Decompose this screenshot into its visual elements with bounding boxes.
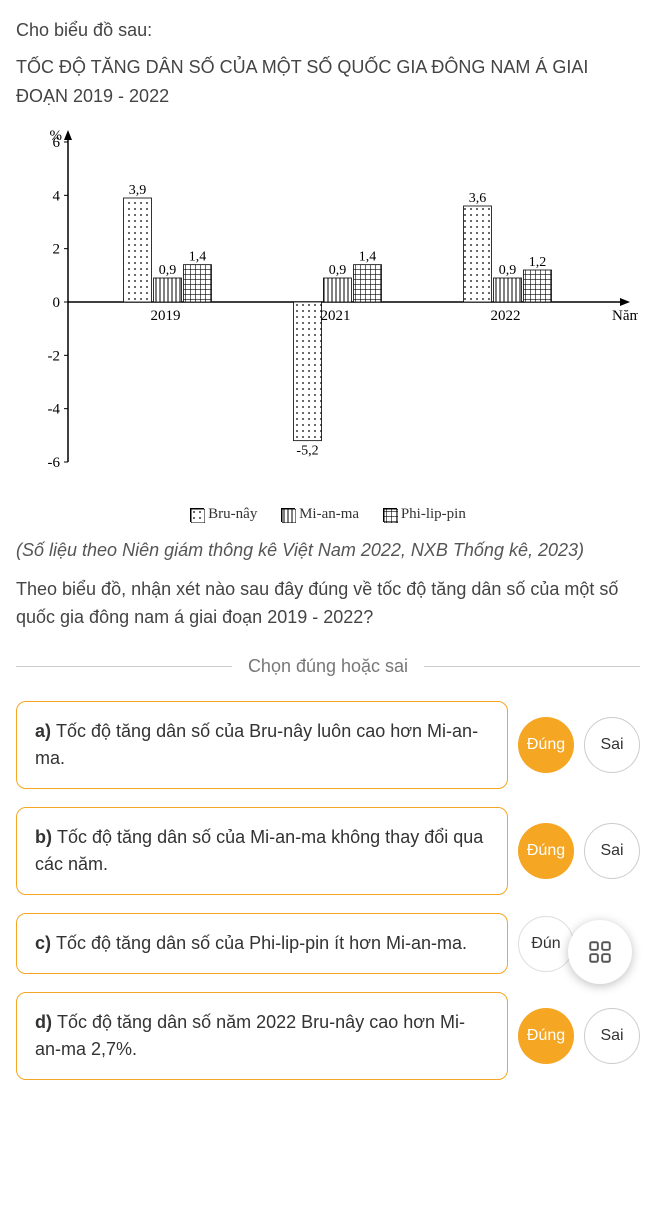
divider-line xyxy=(16,666,232,667)
svg-text:-4: -4 xyxy=(48,402,61,418)
option-row-b: b) Tốc độ tăng dân số của Mi-an-ma không… xyxy=(16,807,640,895)
svg-text:2019: 2019 xyxy=(151,308,181,324)
svg-text:-6: -6 xyxy=(48,455,61,471)
svg-text:Năm: Năm xyxy=(612,308,638,324)
option-text: Tốc độ tăng dân số của Bru-nây luôn cao … xyxy=(35,721,478,768)
option-text: Tốc độ tăng dân số của Phi-lip-pin ít hơ… xyxy=(56,933,467,953)
svg-text:4: 4 xyxy=(53,189,61,205)
svg-text:0,9: 0,9 xyxy=(159,263,177,278)
grid-icon xyxy=(587,939,613,965)
svg-text:1,4: 1,4 xyxy=(189,250,207,265)
svg-text:0,9: 0,9 xyxy=(499,263,517,278)
divider-label: Chọn đúng hoặc sai xyxy=(232,656,424,677)
svg-text:2022: 2022 xyxy=(491,308,521,324)
chart-legend: Bru-nây Mi-an-ma Phi-lip-pin xyxy=(16,506,640,528)
chart-container: -6-4-20246%Năm3,90,91,42019-5,20,91,4202… xyxy=(18,122,638,502)
option-prefix: c) xyxy=(35,933,56,953)
legend-item-mianma: Mi-an-ma xyxy=(281,506,359,523)
true-button[interactable]: Đún xyxy=(518,916,574,972)
legend-item-philippin: Phi-lip-pin xyxy=(383,506,466,523)
option-text: Tốc độ tăng dân số năm 2022 Bru-nây cao … xyxy=(35,1012,465,1059)
chart-title: TỐC ĐỘ TĂNG DÂN SỐ CỦA MỘT SỐ QUỐC GIA Đ… xyxy=(16,53,640,111)
legend-label: Phi-lip-pin xyxy=(401,506,466,523)
svg-text:0: 0 xyxy=(53,295,61,311)
option-prefix: d) xyxy=(35,1012,57,1032)
option-a: a) Tốc độ tăng dân số của Bru-nây luôn c… xyxy=(16,701,508,789)
option-row-c: c) Tốc độ tăng dân số của Phi-lip-pin ít… xyxy=(16,913,640,974)
option-row-a: a) Tốc độ tăng dân số của Bru-nây luôn c… xyxy=(16,701,640,789)
false-button[interactable]: Sai xyxy=(584,823,640,879)
option-prefix: b) xyxy=(35,827,57,847)
false-button[interactable]: Sai xyxy=(584,1008,640,1064)
bar-chart: -6-4-20246%Năm3,90,91,42019-5,20,91,4202… xyxy=(18,122,638,482)
svg-text:-5,2: -5,2 xyxy=(296,444,318,459)
svg-text:3,6: 3,6 xyxy=(469,191,487,206)
svg-text:%: % xyxy=(50,128,63,144)
svg-text:0,9: 0,9 xyxy=(329,263,347,278)
section-divider: Chọn đúng hoặc sai xyxy=(16,656,640,677)
options-container: a) Tốc độ tăng dân số của Bru-nây luôn c… xyxy=(16,701,640,1080)
svg-text:1,4: 1,4 xyxy=(359,250,377,265)
legend-label: Bru-nây xyxy=(208,506,257,523)
svg-text:2: 2 xyxy=(53,242,61,258)
source-note: (Số liệu theo Niên giám thông kê Việt Na… xyxy=(16,536,640,565)
svg-text:2021: 2021 xyxy=(321,308,351,324)
question-intro: Cho biểu đồ sau: xyxy=(16,16,640,45)
question-followup: Theo biểu đồ, nhận xét nào sau đây đúng … xyxy=(16,575,640,633)
option-b: b) Tốc độ tăng dân số của Mi-an-ma không… xyxy=(16,807,508,895)
legend-label: Mi-an-ma xyxy=(299,506,359,523)
grid-menu-button[interactable] xyxy=(568,920,632,984)
false-button[interactable]: Sai xyxy=(584,717,640,773)
true-button[interactable]: Đúng xyxy=(518,1008,574,1064)
divider-line xyxy=(424,666,640,667)
option-text: Tốc độ tăng dân số của Mi-an-ma không th… xyxy=(35,827,483,874)
option-c: c) Tốc độ tăng dân số của Phi-lip-pin ít… xyxy=(16,913,508,974)
option-row-d: d) Tốc độ tăng dân số năm 2022 Bru-nây c… xyxy=(16,992,640,1080)
svg-text:-2: -2 xyxy=(48,349,61,365)
true-button[interactable]: Đúng xyxy=(518,717,574,773)
true-button[interactable]: Đúng xyxy=(518,823,574,879)
svg-text:3,9: 3,9 xyxy=(129,183,147,198)
option-prefix: a) xyxy=(35,721,56,741)
svg-text:1,2: 1,2 xyxy=(529,255,547,270)
option-d: d) Tốc độ tăng dân số năm 2022 Bru-nây c… xyxy=(16,992,508,1080)
legend-item-brunay: Bru-nây xyxy=(190,506,257,523)
